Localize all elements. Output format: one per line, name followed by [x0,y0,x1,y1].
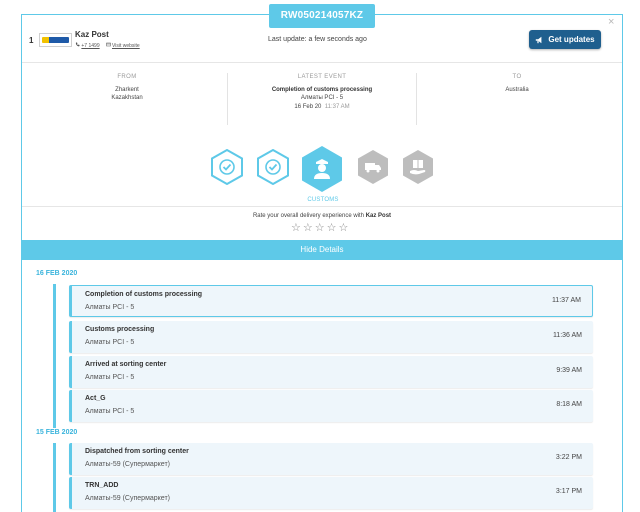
route-summary: FROM Zharkent Kazakhstan LATEST EVENT Co… [22,64,622,134]
latest-event-title: Completion of customs processing [271,86,373,93]
rating-carrier: Kaz Post [365,213,392,219]
event-time: 11:36 AM [552,332,582,339]
latest-event-time: 11:37 AM [324,104,350,111]
get-updates-button[interactable]: Get updates [529,30,601,49]
carrier-links: +7 1499 Visit website [75,42,140,49]
check-icon [257,149,289,185]
event-location: Алматы-59 (Супермаркет) [85,461,171,468]
to-country: Australia [505,86,529,93]
rating-prompt-text: Rate your overall delivery experience wi… [252,213,365,219]
event-title: Arrived at sorting center [85,361,167,368]
website-link[interactable]: Visit website [105,42,140,49]
event-location: Алматы PCI - 5 [85,408,135,415]
timeline-event[interactable]: Completion of customs processing Алматы … [69,285,593,317]
timeline-event[interactable]: Dispatched from sorting center Алматы-59… [69,443,593,475]
check-icon [211,149,243,185]
event-title: TRN_ADD [85,482,119,489]
package-delivered-icon [402,149,434,185]
delivery-truck-icon [357,149,389,185]
event-location: Алматы PCI - 5 [85,304,135,311]
star-icon[interactable]: ☆ [303,223,313,234]
carrier-index: 1 [29,36,34,45]
star-icon[interactable]: ☆ [327,223,337,234]
from-city: Zharkent [115,86,139,93]
tracking-card: 1 Kaz Post +7 1499 Visit website Last up… [21,14,623,512]
timeline-event[interactable]: Arrived at sorting center Алматы PCI - 5… [69,356,593,388]
carrier-name: Kaz Post [75,30,109,39]
latest-event-location: Алматы PCI - 5 [300,95,344,102]
latest-event-column: LATEST EVENT Completion of customs proce… [227,73,417,125]
to-header: TO [512,74,522,80]
latest-event-date: 16 Feb 20 [294,104,322,111]
get-updates-label: Get updates [548,35,595,44]
carrier-logo [39,33,72,47]
timeline-event[interactable]: Act_G Алматы PCI - 5 8:18 AM [69,390,593,422]
event-location: Алматы PCI - 5 [85,339,135,346]
event-time: 3:17 PM [555,488,582,495]
star-icon[interactable]: ☆ [291,223,301,234]
event-time: 11:37 AM [551,297,581,304]
from-country: Kazakhstan [111,95,143,102]
event-title: Customs processing [85,326,155,333]
visit-website-link[interactable]: Visit website [112,43,140,49]
event-location: Алматы-59 (Супермаркет) [85,495,171,502]
timeline-bar [53,284,56,428]
browser-icon [105,42,111,47]
timeline-event[interactable]: TRN_ADD Алматы-59 (Супермаркет) 3:17 PM [69,477,593,509]
timeline-date-heading: 16 FEB 2020 [36,270,78,277]
customs-officer-icon [301,145,343,193]
hide-details-button[interactable]: Hide Details [22,240,622,260]
latest-event-header: LATEST EVENT [297,74,347,80]
event-location: Алматы PCI - 5 [85,374,135,381]
phone-icon [75,42,80,47]
star-icon[interactable]: ☆ [339,223,349,234]
rating-section: Rate your overall delivery experience wi… [22,206,622,240]
timeline-event[interactable]: Customs processing Алматы PCI - 5 11:36 … [69,321,593,353]
event-title: Completion of customs processing [85,291,203,298]
event-time: 9:39 AM [556,367,582,374]
last-update-text: Last update: a few seconds ago [268,36,367,43]
event-title: Act_G [85,395,106,402]
tracking-number-tab[interactable]: RW050214057KZ [269,4,375,28]
current-status-label: CUSTOMS [307,197,339,203]
from-header: FROM [117,74,137,80]
timeline-bar [53,443,56,512]
to-column: TO Australia [462,73,572,94]
event-time: 8:18 AM [556,401,582,408]
timeline-date-heading: 15 FEB 2020 [36,429,78,436]
rating-prompt: Rate your overall delivery experience wi… [22,213,622,219]
close-icon[interactable]: × [608,16,614,28]
phone-link[interactable]: +7 1499 [75,42,100,49]
phone-number[interactable]: +7 1499 [81,43,99,49]
event-title: Dispatched from sorting center [85,448,189,455]
from-column: FROM Zharkent Kazakhstan [72,73,182,103]
star-icon[interactable]: ☆ [315,223,325,234]
latest-event-datetime: 16 Feb 20 11:37 AM [228,103,416,112]
megaphone-icon [536,36,542,43]
event-time: 3:22 PM [555,454,582,461]
star-rating[interactable]: ☆ ☆ ☆ ☆ ☆ [291,223,348,234]
